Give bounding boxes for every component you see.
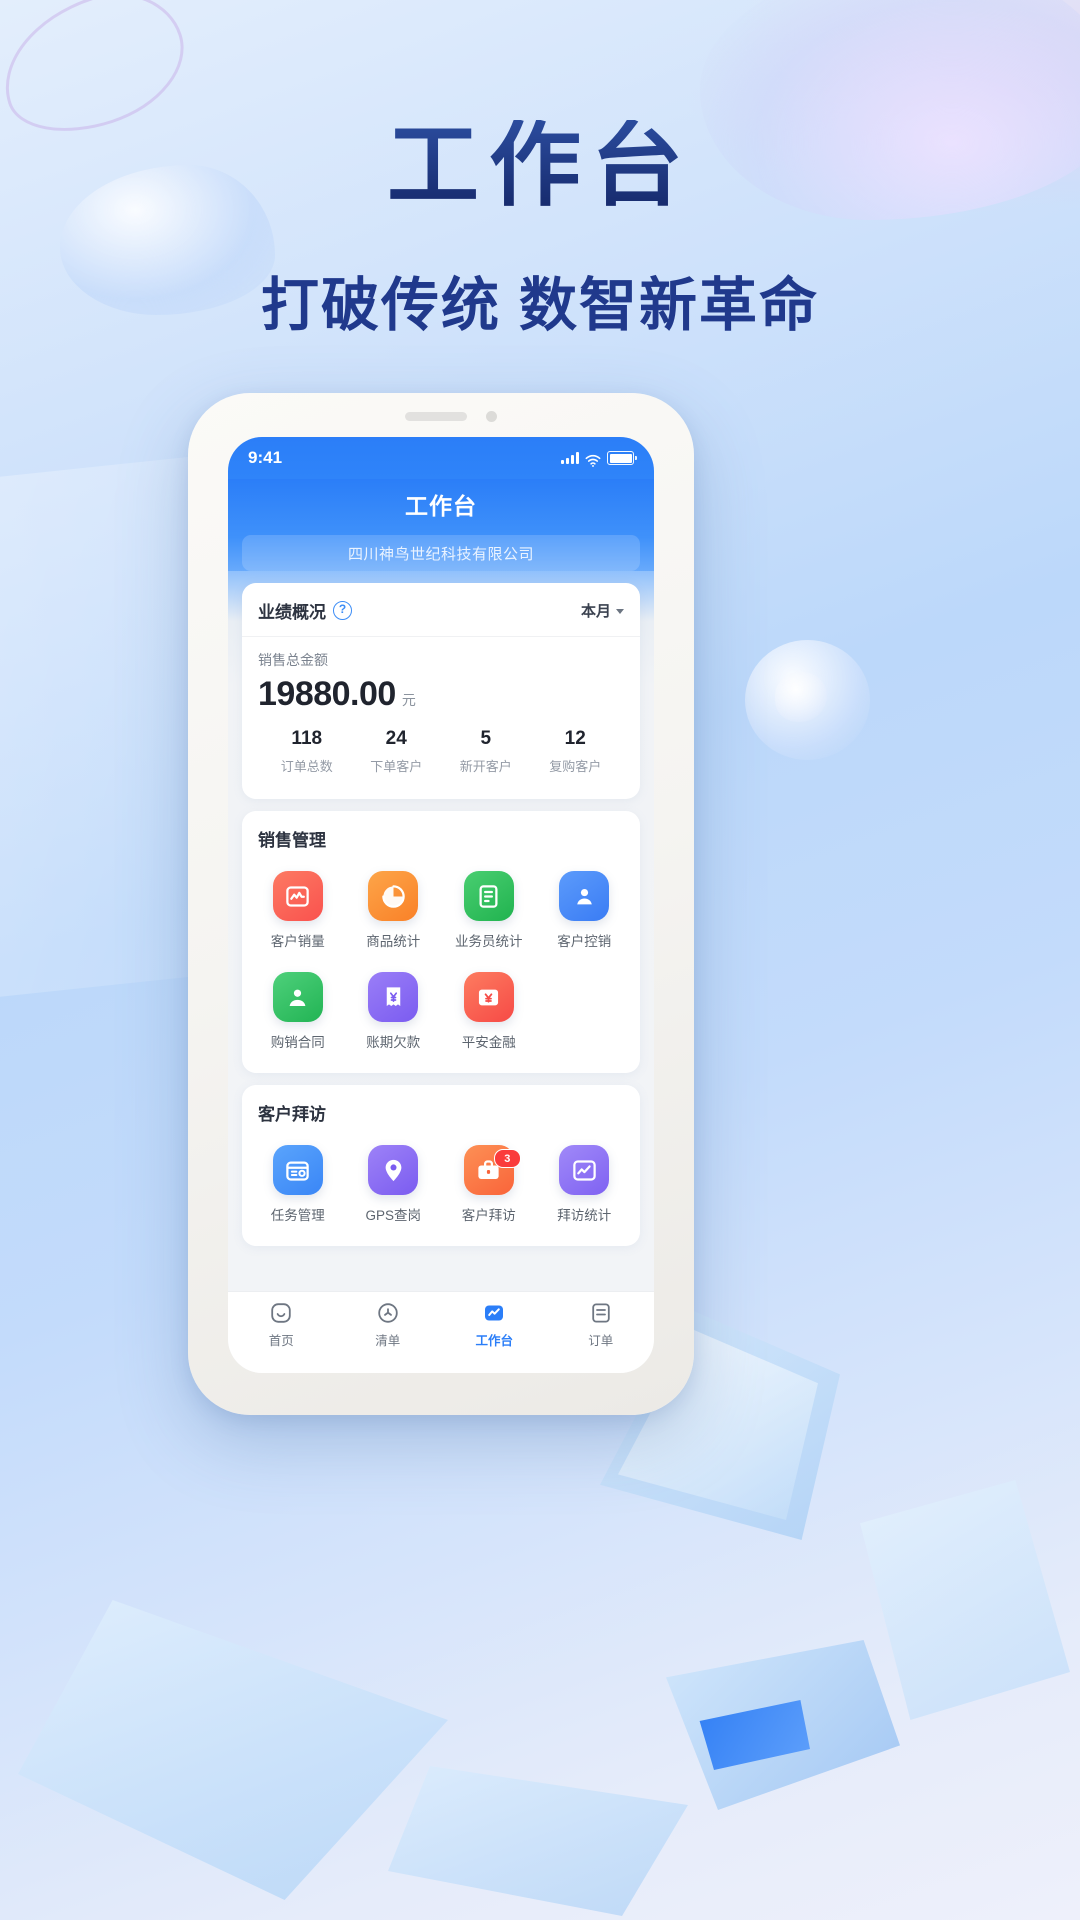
app-header: 工作台 四川神鸟世纪科技有限公司 [228, 479, 654, 585]
wifi-icon [585, 452, 601, 467]
tab-首页[interactable]: 首页 [228, 1301, 335, 1349]
poster-headline: 工作台 打破传统 数智新革命 [0, 120, 1080, 342]
stat-value: 118 [291, 728, 323, 749]
phone-speaker [405, 412, 468, 421]
sales-section-title: 销售管理 [258, 831, 326, 850]
stat-label: 下单客户 [370, 759, 423, 774]
module-tile[interactable]: 商品统计 [346, 861, 442, 956]
finance-yuan-icon [463, 972, 514, 1022]
module-tile[interactable]: 3 客户拜访 [441, 1135, 537, 1230]
stat-value: 5 [480, 728, 492, 749]
receipt-yuan-icon [368, 972, 419, 1022]
module-tile[interactable]: 客户销量 [250, 861, 346, 956]
customer-visit-card: 客户拜访 任务管理 GPS查岗 3 客户拜访 拜访统计 [242, 1085, 640, 1246]
module-tile-label: 客户拜访 [461, 1208, 516, 1223]
sales-management-card: 销售管理 客户销量 商品统计 业务员统计 客户控销购销合同 账期欠款 平安金融 [242, 811, 640, 1073]
phone-screen: 9:41 工作台 四川神鸟世纪科技有限公司 业绩概况 ? 本月 销售总金额 19… [228, 437, 654, 1373]
stat-item[interactable]: 24 下单客户 [352, 728, 442, 775]
stat-item[interactable]: 5 新开客户 [441, 728, 531, 775]
module-tile[interactable]: 购销合同 [250, 962, 346, 1057]
company-selector[interactable]: 四川神鸟世纪科技有限公司 [242, 535, 640, 571]
tab-label: 工作台 [475, 1334, 513, 1348]
tab-清单[interactable]: 清单 [335, 1301, 442, 1349]
phone-camera [486, 411, 497, 422]
stat-label: 复购客户 [549, 759, 602, 774]
module-tile[interactable]: 拜访统计 [537, 1135, 633, 1230]
chevron-down-icon [616, 609, 624, 614]
status-time: 9:41 [248, 448, 283, 467]
status-icons [561, 451, 637, 467]
amount-value: 19880.00 [258, 675, 396, 713]
pie-chart-icon [368, 871, 419, 921]
amount-row: 19880.00 元 [258, 675, 624, 714]
app-content: 业绩概况 ? 本月 销售总金额 19880.00 元 118 订单总数 24 下单客户… [228, 571, 654, 1291]
tab-工作台[interactable]: 工作台 [441, 1301, 548, 1349]
sales-module-grid: 客户销量 商品统计 业务员统计 客户控销购销合同 账期欠款 平安金融 [242, 855, 640, 1073]
stat-item[interactable]: 118 订单总数 [262, 728, 352, 775]
module-tile-label: 商品统计 [366, 934, 421, 949]
visit-module-grid: 任务管理 GPS查岗 3 客户拜访 拜访统计 [242, 1129, 640, 1246]
stat-value: 24 [385, 728, 407, 749]
module-tile[interactable]: 账期欠款 [346, 962, 442, 1057]
stats-row: 118 订单总数 24 下单客户 5 新开客户 12 复购客户 [258, 714, 624, 791]
period-selector[interactable]: 本月 [581, 600, 624, 621]
module-tile-label: GPS查岗 [365, 1208, 421, 1223]
tab-label: 订单 [588, 1334, 614, 1348]
period-label: 本月 [580, 603, 611, 620]
amount-label: 销售总金额 [258, 652, 328, 668]
performance-title: 业绩概况 [258, 603, 326, 622]
performance-card-header: 业绩概况 ? 本月 [242, 583, 640, 637]
signal-bars-icon [561, 452, 579, 464]
question-mark-icon[interactable]: ? [333, 601, 352, 620]
performance-card-body: 销售总金额 19880.00 元 118 订单总数 24 下单客户 5 新开客户 12 复购客… [242, 637, 640, 799]
module-tile-label: 客户销量 [270, 934, 325, 949]
module-tile-label: 账期欠款 [366, 1035, 421, 1050]
poster-title: 工作台 [0, 120, 1080, 212]
notification-badge: 3 [493, 1149, 521, 1168]
app-header-title: 工作台 [405, 493, 477, 519]
module-tile-label: 平安金融 [461, 1035, 516, 1050]
module-tile[interactable]: 任务管理 [250, 1135, 346, 1230]
module-tile-label: 任务管理 [270, 1208, 325, 1223]
share-nodes-icon [376, 1301, 400, 1325]
task-calendar-icon [272, 1145, 323, 1195]
performance-card: 业绩概况 ? 本月 销售总金额 19880.00 元 118 订单总数 24 下单客户… [242, 583, 640, 799]
stat-label: 订单总数 [280, 759, 333, 774]
module-tile-label: 客户控销 [557, 934, 612, 949]
module-tile-label: 购销合同 [270, 1035, 325, 1050]
bottom-tab-bar: 首页 清单 工作台 订单 [228, 1291, 654, 1373]
module-tile-label: 拜访统计 [557, 1208, 612, 1223]
battery-icon [607, 451, 637, 465]
stat-label: 新开客户 [459, 759, 512, 774]
company-name: 四川神鸟世纪科技有限公司 [347, 545, 534, 563]
visit-section-title: 客户拜访 [258, 1105, 326, 1124]
workbench-icon [482, 1301, 506, 1325]
tab-订单[interactable]: 订单 [548, 1301, 655, 1349]
location-pin-icon [368, 1145, 419, 1195]
phone-mockup: 9:41 工作台 四川神鸟世纪科技有限公司 业绩概况 ? 本月 销售总金额 19… [188, 393, 694, 1415]
module-tile[interactable]: 平安金融 [441, 962, 537, 1057]
stat-item[interactable]: 12 复购客户 [531, 728, 621, 775]
tab-label: 首页 [268, 1334, 294, 1348]
status-bar: 9:41 [228, 437, 654, 479]
module-tile[interactable]: 业务员统计 [441, 861, 537, 956]
module-tile[interactable]: GPS查岗 [346, 1135, 442, 1230]
module-tile[interactable]: 客户控销 [537, 861, 633, 956]
trend-chart-icon [559, 1145, 610, 1195]
user-badge-icon [559, 871, 610, 921]
home-smile-icon [269, 1301, 293, 1325]
stat-value: 12 [564, 728, 586, 749]
module-tile-label: 业务员统计 [455, 934, 523, 949]
order-list-icon [589, 1301, 613, 1325]
performance-title-group: 业绩概况 ? [258, 598, 352, 623]
document-chart-icon [463, 871, 514, 921]
amount-unit: 元 [401, 692, 416, 708]
contract-user-icon [272, 972, 323, 1022]
tab-label: 清单 [375, 1334, 401, 1348]
chart-pulse-icon [272, 871, 323, 921]
poster-subtitle: 打破传统 数智新革命 [260, 273, 820, 338]
